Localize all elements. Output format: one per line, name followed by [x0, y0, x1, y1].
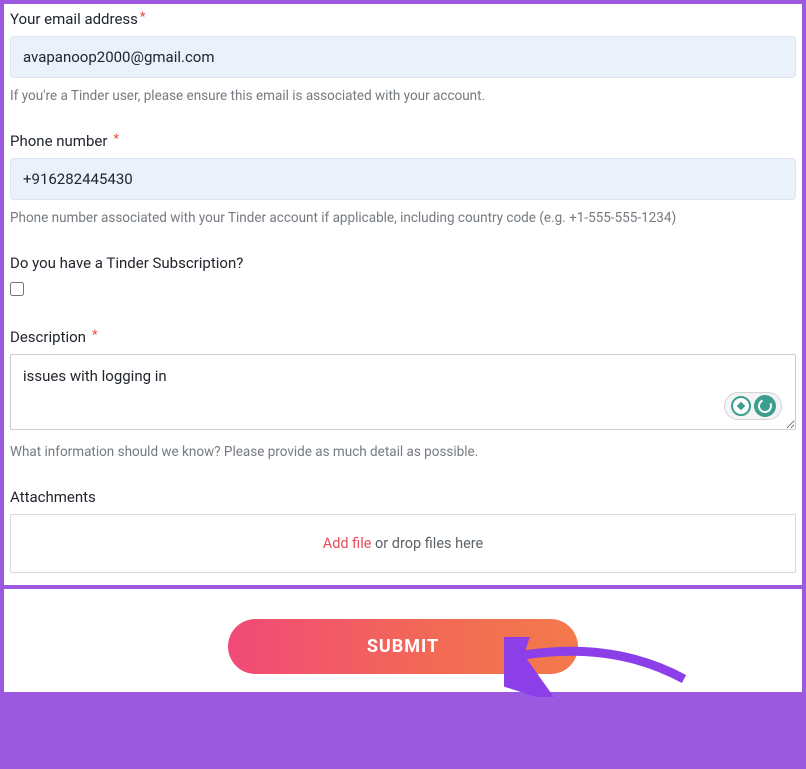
description-field[interactable] — [10, 354, 796, 430]
phone-label: Phone number * — [10, 132, 796, 150]
subscription-label: Do you have a Tinder Subscription? — [10, 254, 796, 272]
description-group: Description * What information should we … — [10, 328, 796, 460]
email-group: Your email address* If you're a Tinder u… — [10, 10, 796, 104]
subscription-group: Do you have a Tinder Subscription? — [10, 254, 796, 300]
email-label: Your email address* — [10, 10, 796, 28]
phone-field[interactable] — [10, 158, 796, 200]
phone-group: Phone number * Phone number associated wi… — [10, 132, 796, 226]
required-asterisk-icon: * — [140, 10, 146, 25]
submit-button[interactable]: SUBMIT — [228, 619, 578, 674]
attachments-group: Attachments Add file or drop files here — [10, 488, 796, 573]
grammar-hint-icon — [731, 396, 751, 416]
add-file-link[interactable]: Add file — [323, 535, 372, 552]
subscription-checkbox[interactable] — [10, 282, 24, 296]
form-frame: Your email address* If you're a Tinder u… — [0, 0, 806, 696]
form-body: Your email address* If you're a Tinder u… — [4, 4, 802, 585]
phone-help: Phone number associated with your Tinder… — [10, 210, 796, 226]
attachments-label: Attachments — [10, 488, 796, 506]
required-asterisk-icon: * — [92, 328, 98, 343]
description-wrapper — [10, 354, 796, 434]
email-label-text: Your email address — [10, 10, 138, 28]
required-asterisk-icon: * — [113, 132, 119, 147]
description-label: Description * — [10, 328, 796, 346]
drop-files-text: or drop files here — [371, 535, 483, 552]
description-label-text: Description — [10, 328, 86, 346]
description-help: What information should we know? Please … — [10, 444, 796, 460]
grammar-check-icon — [754, 395, 776, 417]
attachments-dropzone[interactable]: Add file or drop files here — [10, 514, 796, 573]
email-field[interactable] — [10, 36, 796, 78]
submit-section: SUBMIT — [4, 589, 802, 692]
email-help: If you're a Tinder user, please ensure t… — [10, 88, 796, 104]
phone-label-text: Phone number — [10, 132, 107, 150]
grammar-extension-badge[interactable] — [724, 392, 782, 420]
